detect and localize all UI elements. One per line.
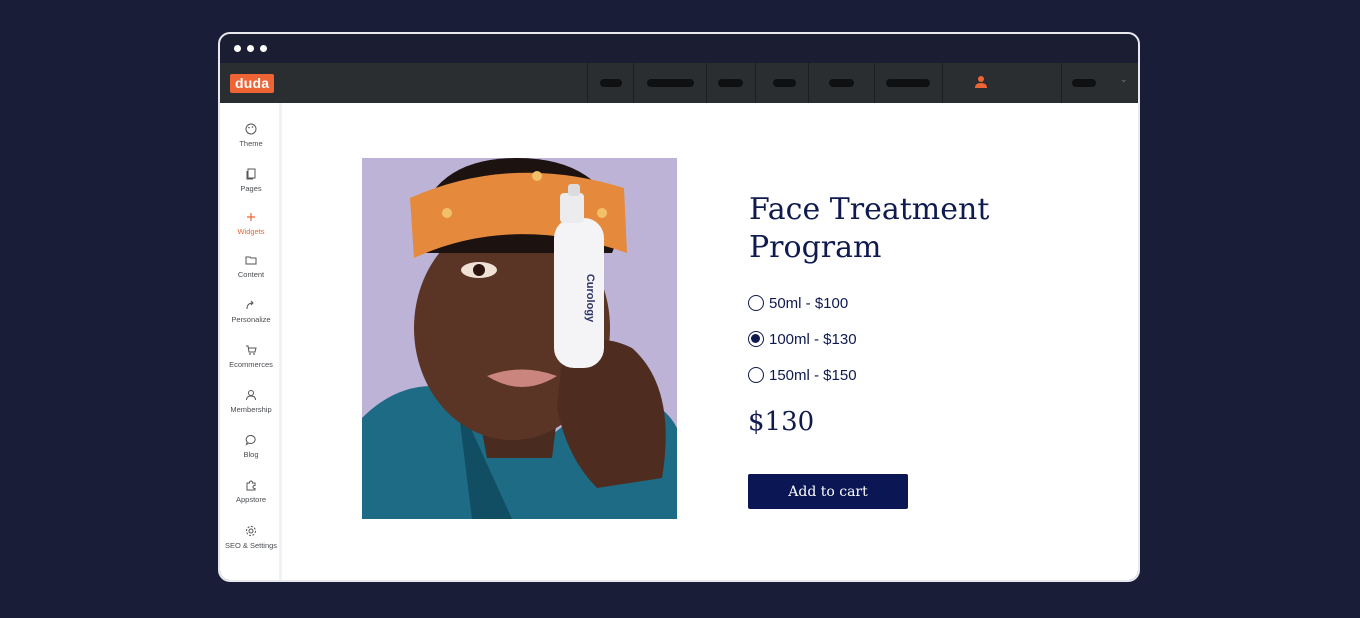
top-toolbar: duda ⌄ [220, 63, 1138, 103]
toolbar-item[interactable] [633, 63, 706, 103]
option-150ml[interactable]: 150ml - $150 [748, 365, 857, 385]
account-menu[interactable] [942, 63, 1061, 103]
user-icon [975, 76, 987, 88]
product-price: $130 [748, 407, 815, 437]
chevron-down-icon: ⌄ [1120, 74, 1128, 84]
personalize-icon [246, 300, 254, 310]
page-canvas: Curology Face Treatment Program 50ml - $… [282, 103, 1138, 580]
sidebar-item-ecommerces[interactable]: Ecommerces [220, 344, 282, 369]
toolbar-item[interactable] [755, 63, 808, 103]
toolbar-item[interactable] [808, 63, 874, 103]
user-icon [246, 390, 256, 401]
folder-icon [245, 256, 257, 265]
window-titlebar [220, 34, 1138, 63]
sidebar-item-personalize[interactable]: Personalize [220, 299, 282, 324]
window-dot-icon [260, 45, 267, 52]
option-100ml[interactable]: 100ml - $130 [748, 329, 857, 349]
sidebar-item-seo-settings[interactable]: SEO & Settings [220, 525, 282, 550]
sidebar-item-blog[interactable]: Blog [220, 434, 282, 459]
sidebar-item-theme[interactable]: Theme [220, 123, 282, 148]
product-image[interactable]: Curology [362, 158, 677, 519]
sidebar-item-appstore[interactable]: Appstore [220, 479, 282, 504]
chat-bubble-icon [245, 435, 256, 446]
plus-icon [247, 213, 255, 221]
cart-icon [246, 345, 257, 355]
sidebar-item-membership[interactable]: Membership [220, 389, 282, 414]
option-50ml[interactable]: 50ml - $100 [748, 293, 848, 313]
editor-window: duda ⌄ Theme Pages Widgets Content Perso… [218, 32, 1140, 582]
radio-button[interactable] [748, 295, 764, 311]
gear-icon [246, 526, 256, 536]
palette-icon [245, 123, 257, 135]
toolbar-dropdown[interactable]: ⌄ [1061, 63, 1138, 103]
product-title: Face Treatment Program [749, 192, 990, 265]
editor-sidebar: Theme Pages Widgets Content Personalize … [220, 103, 282, 580]
window-dot-icon [234, 45, 241, 52]
sidebar-item-content[interactable]: Content [220, 254, 282, 279]
sidebar-item-widgets[interactable]: Widgets [220, 211, 282, 236]
pages-icon [246, 168, 256, 180]
radio-button-selected[interactable] [748, 331, 764, 347]
radio-button[interactable] [748, 367, 764, 383]
duda-logo[interactable]: duda [230, 74, 275, 93]
add-to-cart-button[interactable]: Add to cart [748, 474, 908, 509]
toolbar-item[interactable] [587, 63, 633, 103]
toolbar-item[interactable] [706, 63, 755, 103]
puzzle-icon [246, 480, 256, 491]
toolbar-item[interactable] [874, 63, 942, 103]
window-dot-icon [247, 45, 254, 52]
bottle-label: Curology [584, 274, 596, 323]
model-photo: Curology [362, 158, 677, 519]
sidebar-item-pages[interactable]: Pages [220, 168, 282, 193]
